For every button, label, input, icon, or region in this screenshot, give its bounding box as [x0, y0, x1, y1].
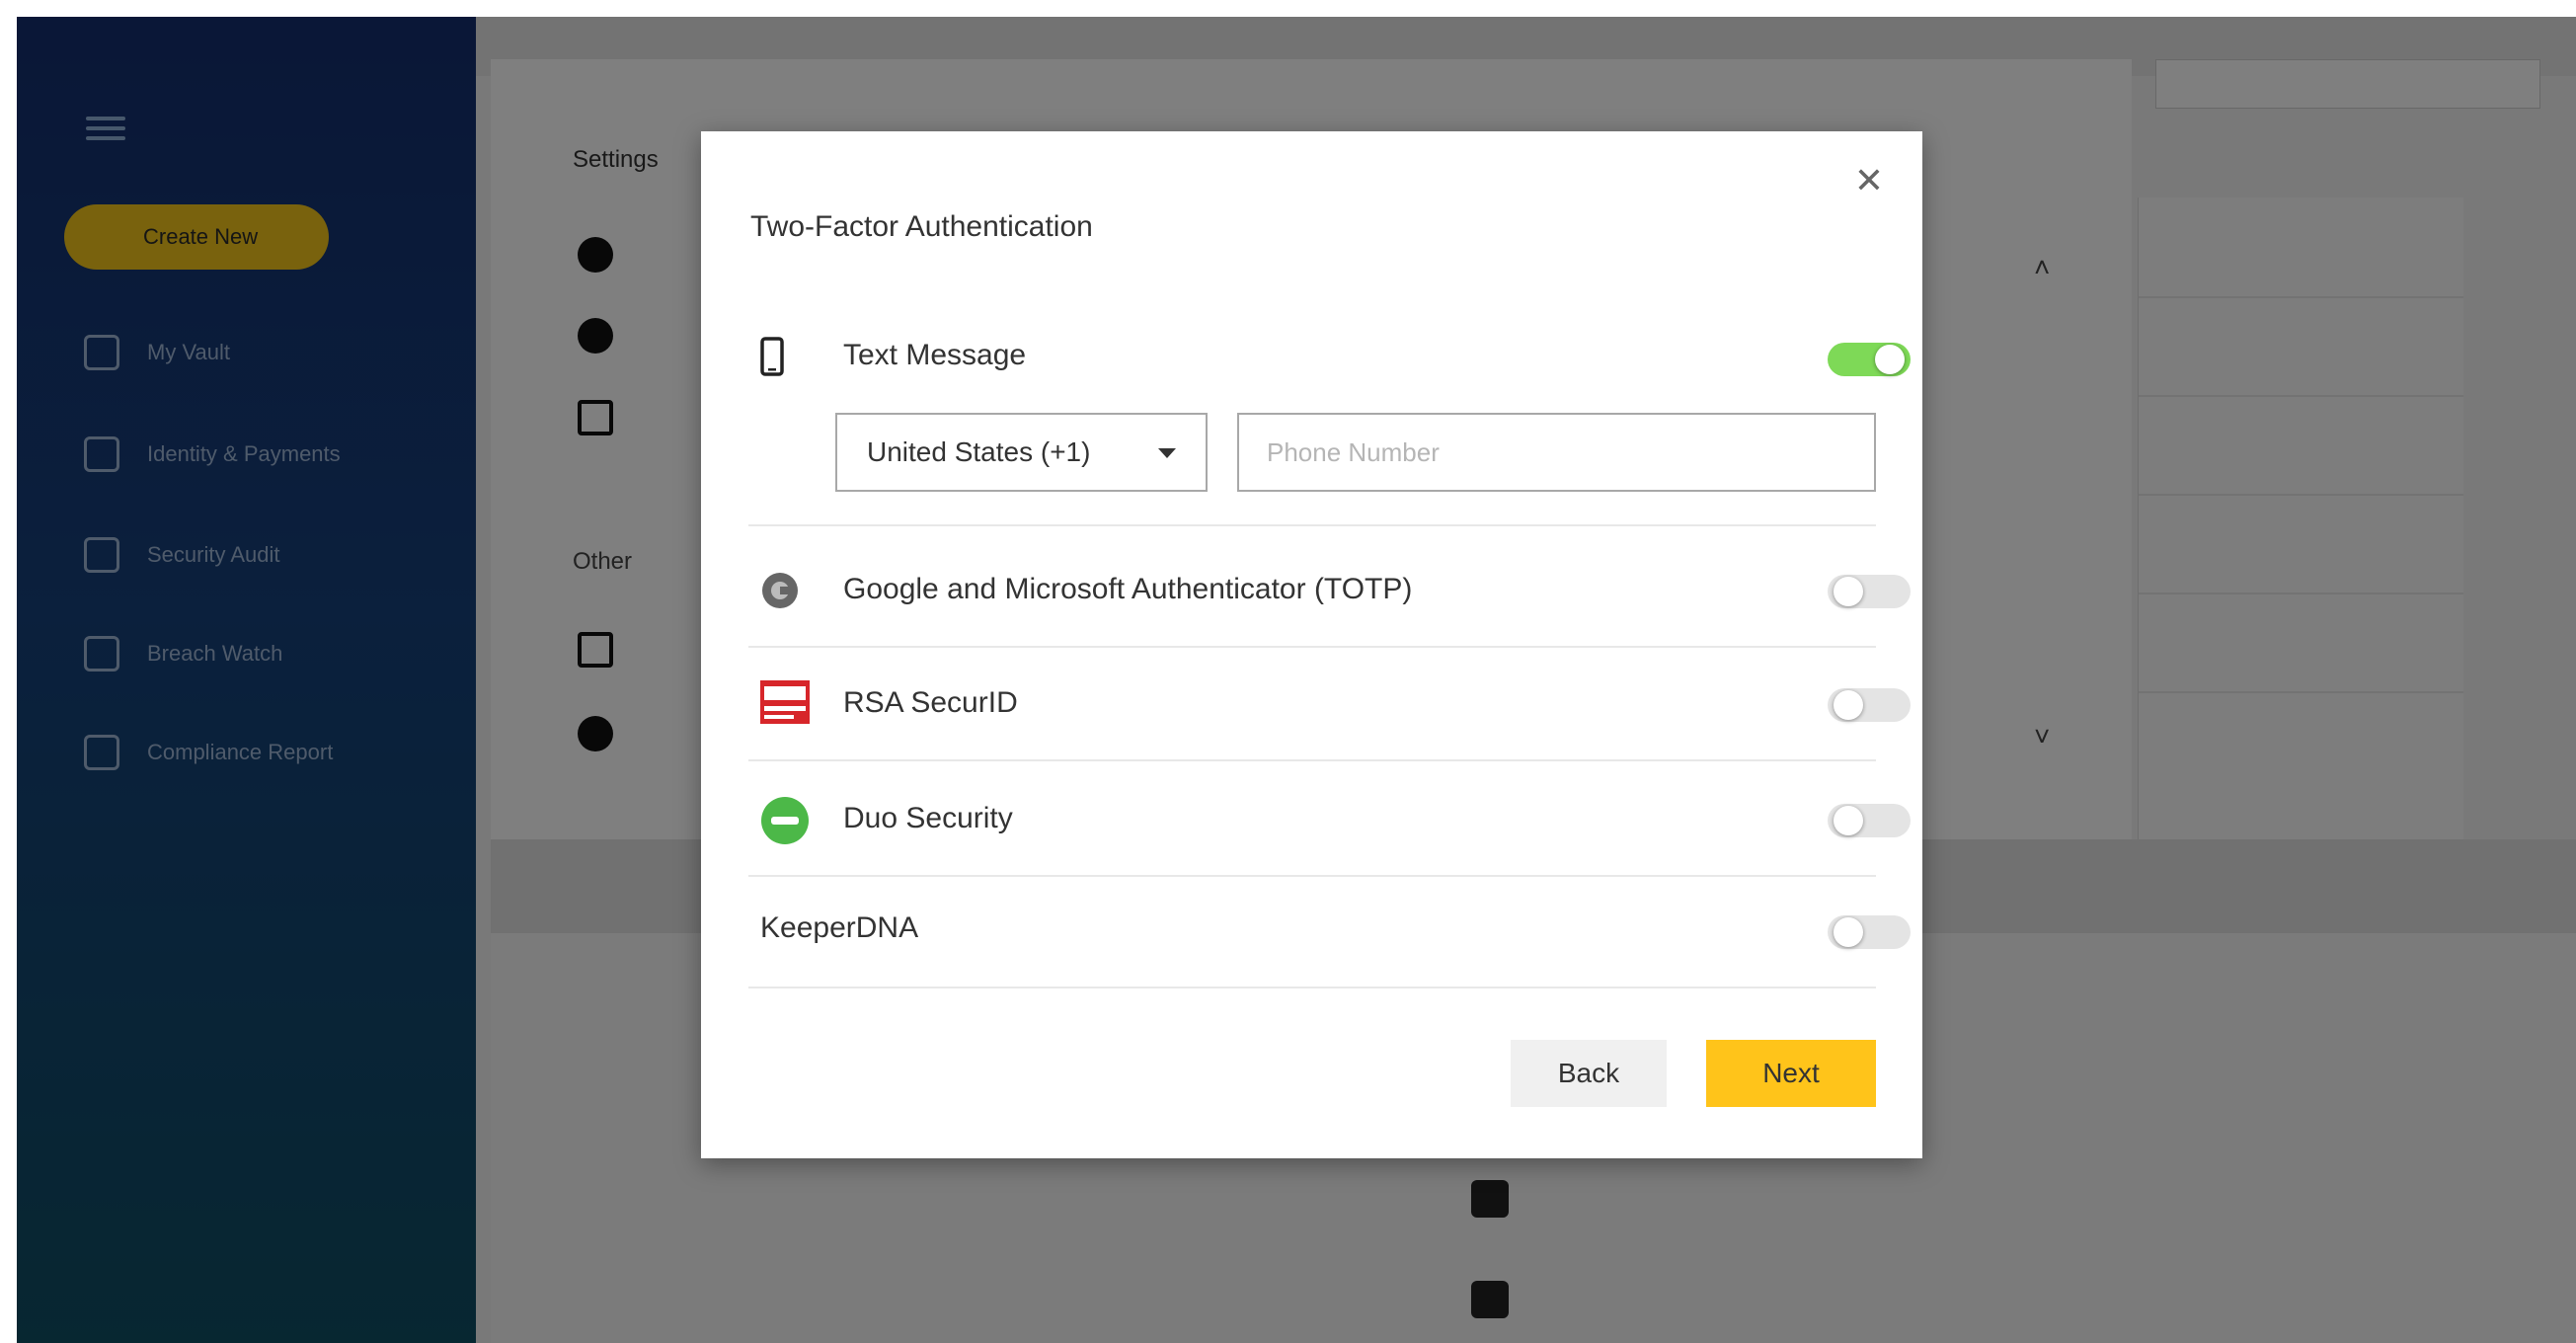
divider-line — [748, 987, 1876, 988]
divider — [748, 524, 1876, 526]
duo-toggle[interactable] — [1828, 804, 1911, 837]
authenticator-icon — [760, 571, 800, 615]
country-code-value: United States (+1) — [867, 436, 1091, 467]
method-label: Duo Security — [843, 802, 1013, 834]
close-icon[interactable]: ✕ — [1847, 159, 1891, 202]
toggle-knob — [1834, 806, 1863, 835]
method-rsa: RSA SecurID — [748, 674, 1911, 763]
keeperdna-toggle[interactable] — [1828, 915, 1911, 949]
country-code-select[interactable]: United States (+1) — [835, 413, 1208, 492]
back-button[interactable]: Back — [1511, 1040, 1667, 1107]
duo-logo-icon — [760, 796, 810, 850]
method-label: Text Message — [843, 339, 1027, 371]
app-window: Create New My Vault Identity & Payments … — [0, 0, 2576, 1343]
two-factor-dialog: ✕ Two-Factor Authentication Text Message… — [701, 131, 1922, 1158]
totp-toggle[interactable] — [1828, 575, 1911, 608]
method-label: KeeperDNA — [760, 911, 919, 944]
method-duo: Duo Security — [748, 790, 1911, 879]
toggle-knob — [1834, 917, 1863, 947]
rsa-toggle[interactable] — [1828, 688, 1911, 722]
divider-line — [748, 759, 1876, 761]
divider-line — [748, 646, 1876, 648]
text-message-toggle[interactable] — [1828, 343, 1911, 376]
method-label: Google and Microsoft Authenticator (TOTP… — [843, 573, 1413, 605]
method-totp: Google and Microsoft Authenticator (TOTP… — [748, 561, 1911, 650]
next-button[interactable]: Next — [1706, 1040, 1876, 1107]
rsa-logo-icon — [760, 680, 810, 729]
caret-down-icon — [1158, 448, 1176, 458]
toggle-knob — [1875, 345, 1905, 374]
dialog-title: Two-Factor Authentication — [750, 210, 1093, 243]
method-label: RSA SecurID — [843, 686, 1018, 719]
toggle-knob — [1834, 690, 1863, 720]
toggle-knob — [1834, 577, 1863, 606]
method-keeperdna: KeeperDNA — [748, 902, 1911, 990]
divider-line — [748, 524, 1876, 526]
phone-number-input[interactable] — [1237, 413, 1876, 492]
smartphone-icon — [760, 337, 784, 381]
divider-line — [748, 875, 1876, 877]
